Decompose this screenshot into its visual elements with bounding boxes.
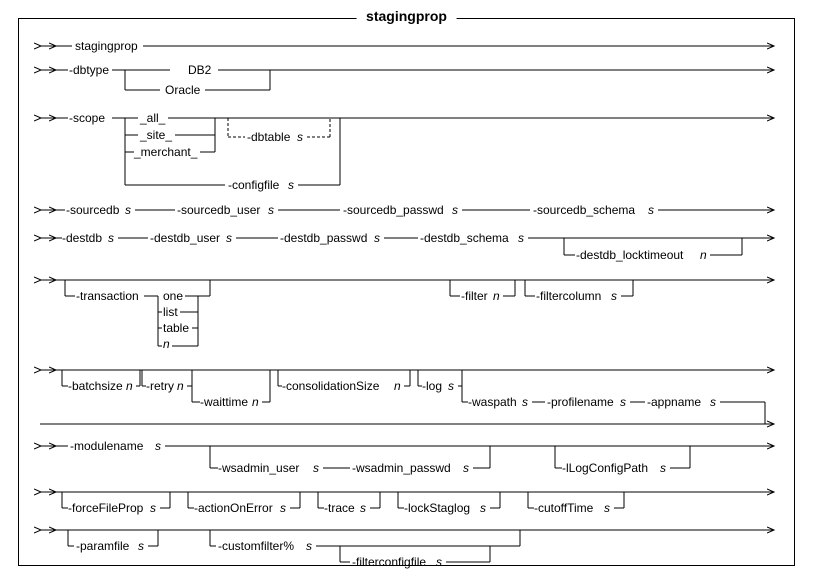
diagram-title: stagingprop bbox=[356, 8, 457, 24]
diagram-frame bbox=[18, 18, 795, 566]
